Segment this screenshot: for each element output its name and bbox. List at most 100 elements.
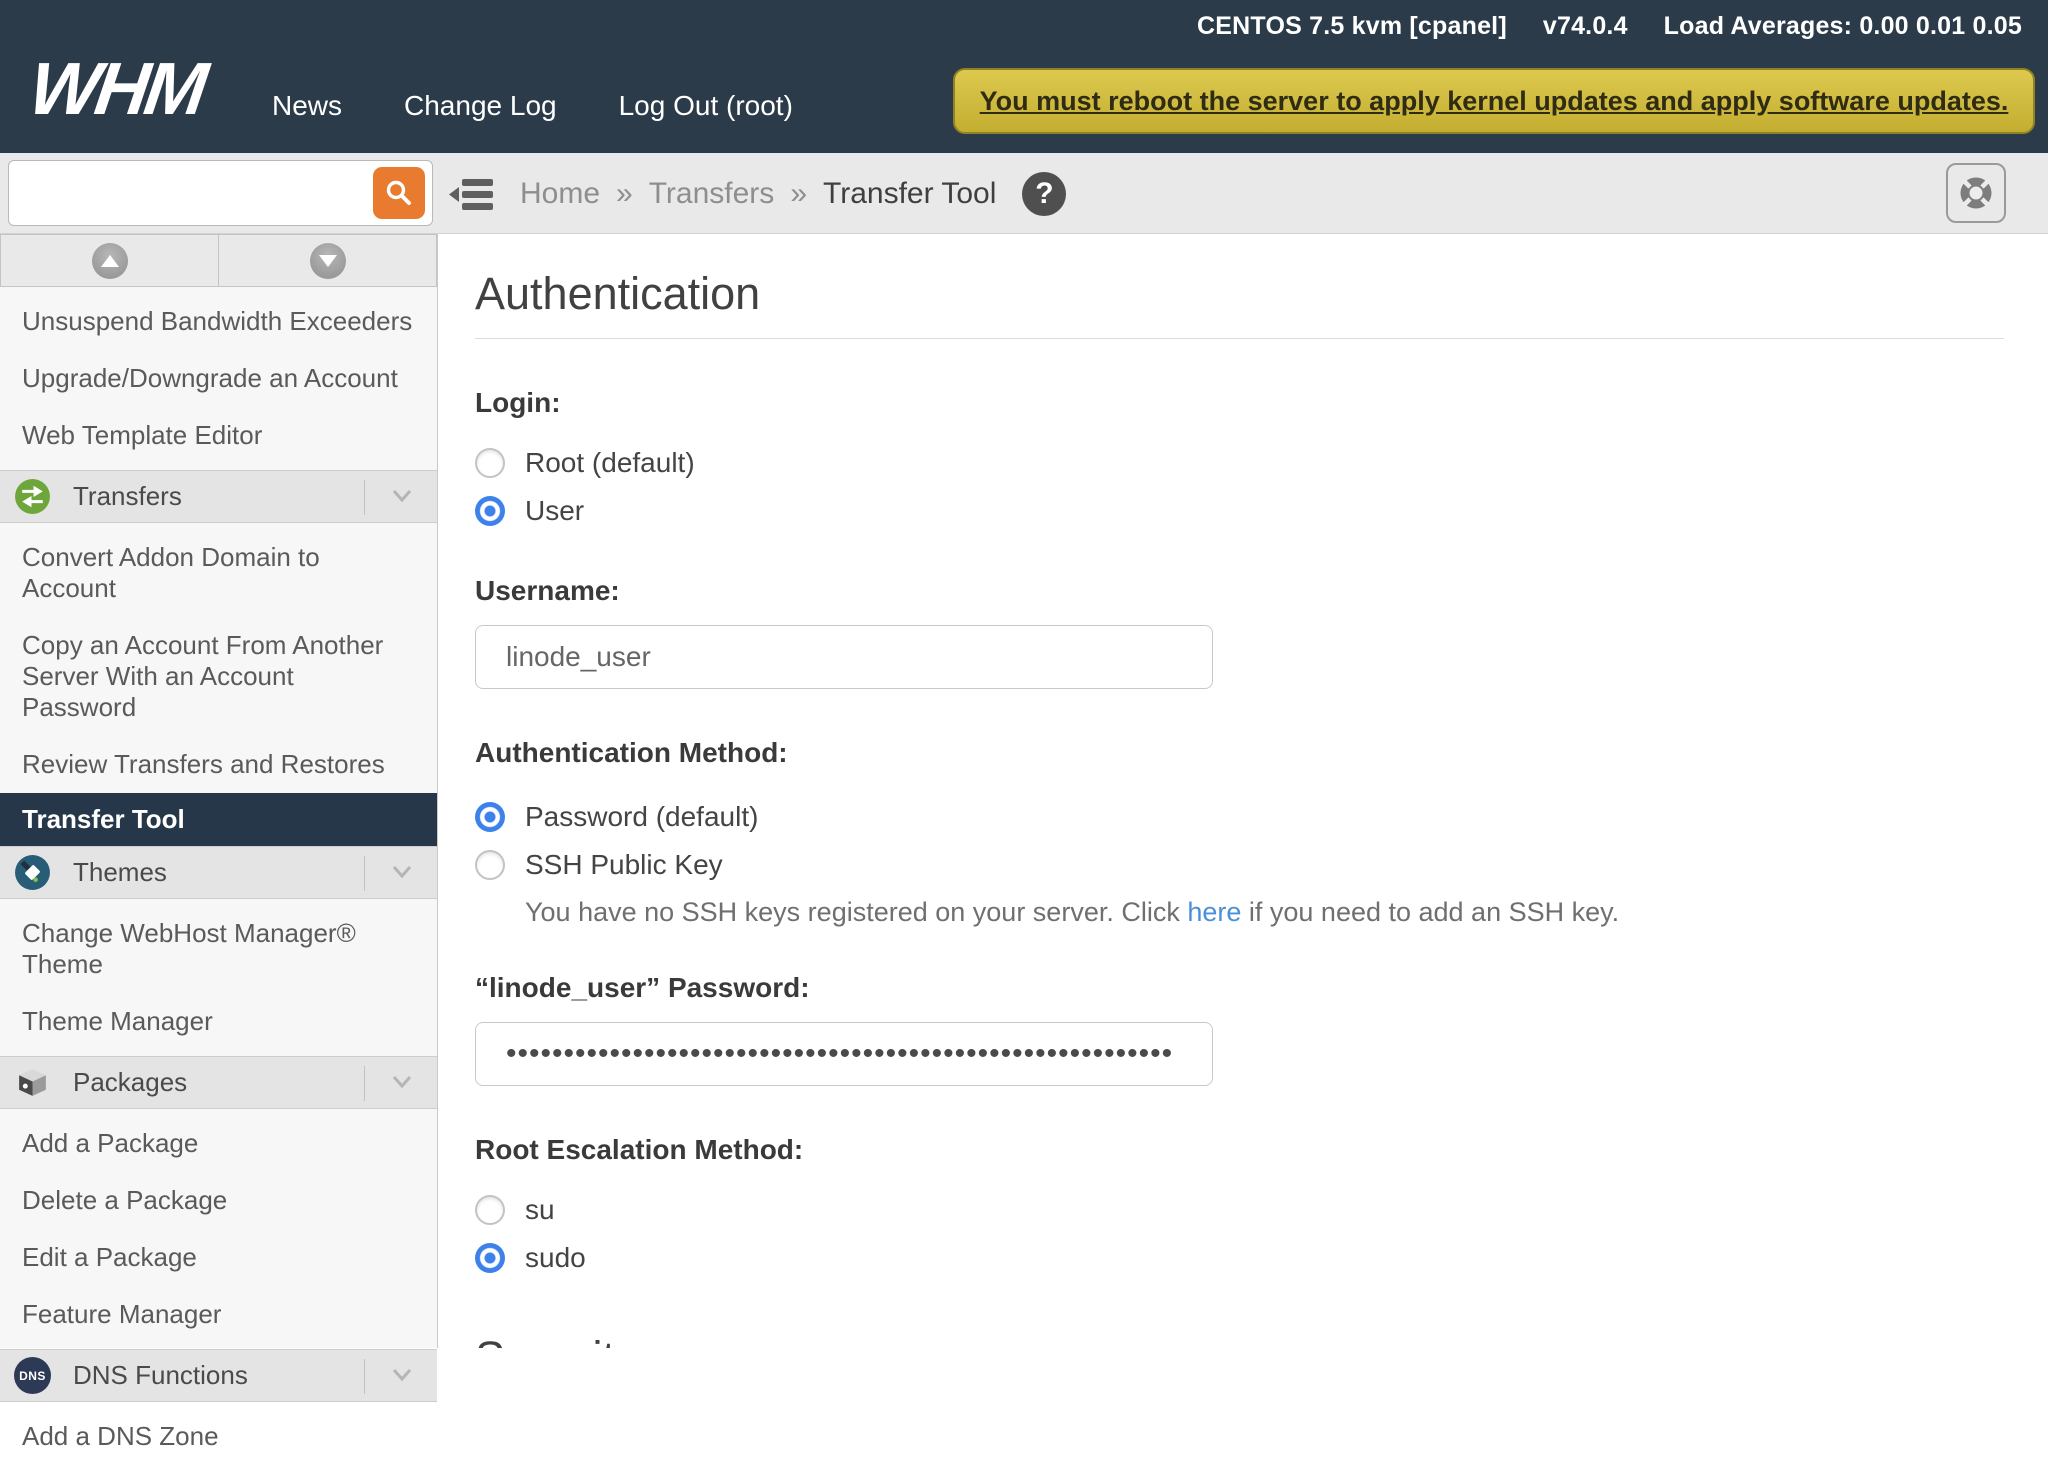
- chevron-down-icon[interactable]: [391, 1074, 413, 1090]
- support-button[interactable]: [1946, 163, 2006, 223]
- auth-method-label: Authentication Method:: [475, 737, 2004, 769]
- divider: [364, 856, 365, 891]
- nav-item-news[interactable]: News: [272, 90, 342, 122]
- sidebar-item-label: Add a DNS Zone: [22, 1421, 219, 1451]
- page-title: Authentication: [475, 264, 2004, 324]
- ssh-note-here-link[interactable]: here: [1187, 897, 1241, 927]
- breadcrumb-transfers[interactable]: Transfers: [649, 177, 775, 211]
- sidebar-item-convert-addon-domain[interactable]: Convert Addon Domain to Account: [0, 529, 437, 617]
- top-nav: News Change Log Log Out (root): [272, 90, 793, 122]
- radio-sudo[interactable]: sudo: [475, 1242, 586, 1274]
- collapse-sidebar-button[interactable]: [449, 176, 495, 212]
- top-header: CENTOS 7.5 kvm [cpanel] v74.0.4 Load Ave…: [0, 0, 2048, 153]
- divider: [364, 1066, 365, 1101]
- chevron-down-icon[interactable]: [391, 864, 413, 880]
- radio-ssh-public-key[interactable]: SSH Public Key: [475, 849, 723, 881]
- search-icon: [384, 178, 414, 208]
- toolbar: Home » Transfers » Transfer Tool ?: [0, 153, 2048, 234]
- sidebar-item-label: Feature Manager: [22, 1299, 221, 1329]
- sidebar-item-add-a-package[interactable]: Add a Package: [0, 1115, 437, 1172]
- sidebar-section-label: Transfers: [73, 481, 423, 512]
- radio-user[interactable]: User: [475, 495, 584, 527]
- login-radio-group: Root (default) User: [475, 447, 2004, 527]
- sidebar-item-label: Add a Package: [22, 1128, 198, 1158]
- radio-label: SSH Public Key: [525, 849, 723, 881]
- packages-icon: [14, 1064, 51, 1101]
- sidebar-item-label: Convert Addon Domain to Account: [22, 542, 320, 603]
- sidebar-item-upgrade-downgrade-account[interactable]: Upgrade/Downgrade an Account: [0, 350, 437, 407]
- sidebar-item-web-template-editor[interactable]: Web Template Editor: [0, 407, 437, 464]
- sidebar-item-label: Unsuspend Bandwidth Exceeders: [22, 306, 412, 336]
- radio-checked-icon[interactable]: [475, 496, 505, 526]
- sidebar-section-label: Themes: [73, 857, 423, 888]
- login-label: Login:: [475, 387, 2004, 419]
- sidebar-item-review-transfers-restores[interactable]: Review Transfers and Restores: [0, 736, 437, 793]
- sidebar-item-change-whm-theme[interactable]: Change WebHost Manager® Theme: [0, 905, 437, 993]
- radio-unchecked-icon[interactable]: [475, 850, 505, 880]
- sidebar-item-label: Web Template Editor: [22, 420, 262, 450]
- sidebar-section-transfers[interactable]: Transfers: [0, 470, 437, 523]
- radio-password-default[interactable]: Password (default): [475, 801, 758, 833]
- server-version: v74.0.4: [1543, 12, 1628, 41]
- chevron-down-icon[interactable]: [391, 1367, 413, 1383]
- radio-su[interactable]: su: [475, 1194, 555, 1226]
- sidebar-item-unsuspend-bandwidth-exceeders[interactable]: Unsuspend Bandwidth Exceeders: [0, 293, 437, 350]
- sidebar-item-label: Edit a Package: [22, 1242, 197, 1272]
- whm-logo[interactable]: WHM: [25, 52, 208, 126]
- transfers-icon: [14, 478, 51, 515]
- search-box: [8, 160, 433, 226]
- divider: [475, 338, 2004, 339]
- sidebar-section-dns-functions[interactable]: DNS DNS Functions: [0, 1349, 437, 1402]
- radio-checked-icon[interactable]: [475, 1243, 505, 1273]
- server-info: CENTOS 7.5 kvm [cpanel] v74.0.4 Load Ave…: [1197, 12, 2022, 41]
- sidebar-item-feature-manager[interactable]: Feature Manager: [0, 1286, 437, 1343]
- help-icon[interactable]: ?: [1022, 172, 1066, 216]
- radio-label: sudo: [525, 1242, 586, 1274]
- scroll-up-icon: [92, 243, 128, 279]
- dns-icon: DNS: [14, 1357, 51, 1394]
- sidebar-item-copy-account-from-server[interactable]: Copy an Account From Another Server With…: [0, 617, 408, 736]
- password-label: “linode_user” Password:: [475, 972, 2004, 1004]
- nav-item-change-log[interactable]: Change Log: [404, 90, 557, 122]
- radio-unchecked-icon[interactable]: [475, 1195, 505, 1225]
- radio-label: Password (default): [525, 801, 758, 833]
- scroll-down-button[interactable]: [219, 234, 437, 287]
- sidebar-item-add-a-dns-zone[interactable]: Add a DNS Zone: [0, 1408, 437, 1465]
- breadcrumb-separator: »: [616, 177, 633, 211]
- server-load-averages: Load Averages: 0.00 0.01 0.05: [1664, 12, 2022, 41]
- radio-root-default[interactable]: Root (default): [475, 447, 695, 479]
- security-section-title: Security: [475, 1328, 2004, 1348]
- radio-unchecked-icon[interactable]: [475, 448, 505, 478]
- sidebar-section-label: Packages: [73, 1067, 423, 1098]
- breadcrumb-home[interactable]: Home: [520, 177, 600, 211]
- sidebar-item-transfer-tool[interactable]: Transfer Tool: [0, 793, 437, 846]
- sidebar-item-delete-a-package[interactable]: Delete a Package: [0, 1172, 437, 1229]
- divider: [364, 480, 365, 515]
- themes-icon: [14, 854, 51, 891]
- ssh-note-text: You have no SSH keys registered on your …: [525, 897, 1187, 927]
- radio-checked-icon[interactable]: [475, 802, 505, 832]
- sidebar-section-themes[interactable]: Themes: [0, 846, 437, 899]
- nav-item-log-out[interactable]: Log Out (root): [619, 90, 793, 122]
- sidebar-item-label: Transfer Tool: [22, 804, 185, 834]
- username-input[interactable]: [475, 625, 1213, 689]
- sidebar-item-label: Delete a Package: [22, 1185, 227, 1215]
- chevron-down-icon[interactable]: [391, 488, 413, 504]
- password-input[interactable]: [475, 1022, 1213, 1086]
- search-button[interactable]: [373, 167, 425, 219]
- ssh-key-note: You have no SSH keys registered on your …: [525, 897, 2004, 928]
- scroll-down-icon: [310, 243, 346, 279]
- breadcrumb-separator: »: [790, 177, 807, 211]
- sidebar-section-packages[interactable]: Packages: [0, 1056, 437, 1109]
- sidebar-item-label: Upgrade/Downgrade an Account: [22, 363, 398, 393]
- collapse-sidebar-icon: [449, 176, 495, 212]
- sidebar-item-edit-a-package[interactable]: Edit a Package: [0, 1229, 437, 1286]
- reboot-alert-banner[interactable]: You must reboot the server to apply kern…: [953, 68, 2035, 134]
- search-input[interactable]: [9, 161, 432, 225]
- sidebar-item-theme-manager[interactable]: Theme Manager: [0, 993, 437, 1050]
- auth-method-radio-group: Password (default) SSH Public Key: [475, 801, 2004, 881]
- scroll-up-button[interactable]: [0, 234, 219, 287]
- radio-label: User: [525, 495, 584, 527]
- sidebar-item-label: Review Transfers and Restores: [22, 749, 385, 779]
- ssh-note-text: if you need to add an SSH key.: [1241, 897, 1619, 927]
